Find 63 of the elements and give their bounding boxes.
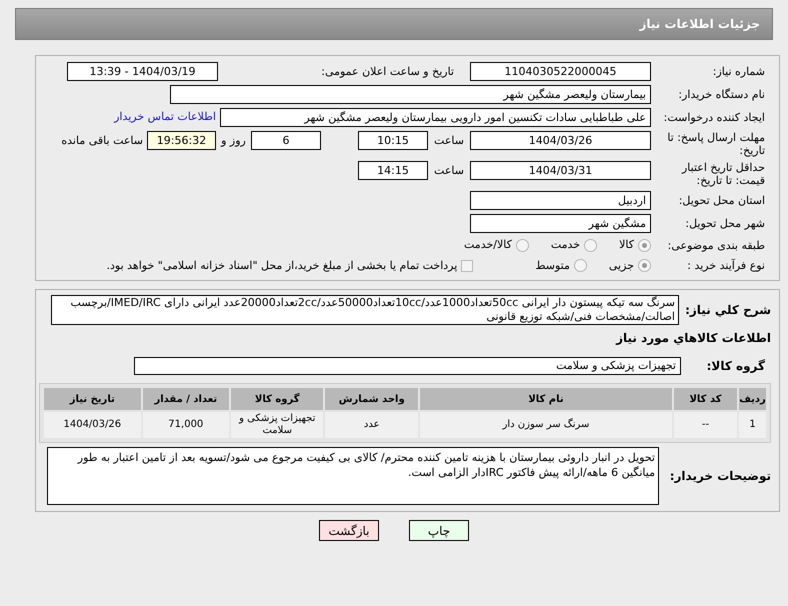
- text-field[interactable]: علی طباطبایی سادات تکنسین امور دارویی بیمارستان ولیعصر مشگین شهر: [220, 108, 651, 127]
- text-field[interactable]: 19:56:32: [147, 131, 216, 150]
- column-header: گروه کالا: [231, 388, 324, 410]
- field-label: ساعت: [433, 133, 465, 149]
- radio-button[interactable]: [574, 259, 587, 272]
- field-label: شهر محل تحویل:: [684, 217, 766, 230]
- text-field[interactable]: 6: [251, 131, 321, 150]
- payment-note: پرداخت تمام یا بخشی از مبلغ خرید،از محل "اسناد خزانه اسلامی" خواهد بود.: [106, 258, 458, 274]
- column-header: ردیف: [739, 388, 766, 410]
- radio-label: خدمت: [550, 237, 580, 253]
- table-cell: تجهیزات پزشکی و سلامت: [231, 412, 324, 438]
- field-label: ایجاد کننده درخواست:: [662, 111, 766, 124]
- field-label: توضیحات خریدار:: [668, 468, 771, 485]
- table-cell: سرنگ سر سوزن دار: [420, 412, 672, 438]
- column-header: نام کالا: [420, 388, 672, 410]
- checkbox[interactable]: [461, 260, 474, 272]
- field-label: شرح کلي نياز:: [684, 302, 771, 319]
- field-label: استان محل تحویل:: [678, 194, 766, 207]
- description-field[interactable]: سرنگ سه تیکه پیستون دار ایرانی 50ccتعداد1000عدد/10ccتعداد50000عدد/2ccتعداد20000عدد ایرانی دارای IMED/IRC/برچسب اصالت/مشخصات فنی/شبکه توزیع قانونی: [51, 295, 679, 325]
- text-field[interactable]: تجهیزات پزشکی و سلامت: [134, 357, 681, 375]
- radio-button[interactable]: [638, 238, 651, 252]
- field-label: گروه کالا:: [706, 358, 766, 375]
- radio-button[interactable]: [638, 259, 651, 272]
- radio-label: متوسط: [535, 258, 570, 274]
- table-cell: 1: [739, 412, 766, 438]
- text-field[interactable]: 14:15: [358, 161, 428, 180]
- radio-button[interactable]: [516, 238, 529, 252]
- field-label: مهلت ارسال پاسخ: تا تاریخ:: [666, 131, 766, 157]
- field-label: ساعت باقی مانده: [60, 133, 144, 149]
- field-label: نام دستگاه خریدار:: [677, 88, 766, 101]
- column-header: تعداد / مقدار: [142, 388, 229, 410]
- text-field[interactable]: 10:15: [358, 131, 428, 150]
- radio-label: کالا/خدمت: [464, 237, 512, 253]
- text-field[interactable]: اردبیل: [470, 191, 651, 210]
- radio-button[interactable]: [584, 238, 598, 252]
- column-header: کد کالا: [674, 388, 738, 410]
- text-field[interactable]: 1404/03/19 - 13:39: [67, 62, 218, 81]
- text-field[interactable]: 1104030522000045: [470, 62, 651, 81]
- page-title: جزئیات اطلاعات نیاز: [639, 16, 760, 33]
- table-cell: عدد: [325, 412, 418, 438]
- column-header: واحد شمارش: [325, 388, 418, 410]
- field-label: طبقه بندی موضوعی:: [666, 238, 766, 252]
- column-header: تاریخ نیاز: [44, 388, 141, 410]
- table-cell: 71,000: [142, 412, 229, 438]
- table-cell: --: [674, 412, 738, 438]
- field-label: حداقل تاریخ اعتبار قیمت: تا تاریخ:: [680, 161, 766, 187]
- text-field[interactable]: مشگین شهر: [470, 214, 651, 233]
- field-label: ساعت: [433, 163, 465, 179]
- section-heading: اطلاعات کالاهاي مورد نياز: [616, 330, 771, 347]
- table-cell: 1404/03/26: [44, 412, 141, 438]
- text-field[interactable]: 1404/03/31: [470, 161, 651, 180]
- field-label: شماره نیاز:: [712, 65, 766, 78]
- buyer-contact-link[interactable]: اطلاعات تماس خریدار: [110, 109, 220, 126]
- print-button[interactable]: چاپ: [409, 520, 469, 541]
- field-label: تاریخ و ساعت اعلان عمومی:: [320, 65, 455, 78]
- text-field[interactable]: 1404/03/26: [470, 131, 651, 150]
- field-label: نوع فرآیند خرید :: [686, 259, 766, 272]
- back-button[interactable]: بازگشت: [319, 520, 379, 541]
- radio-label: کالا: [619, 237, 634, 253]
- buyer-notes-field[interactable]: تحویل در انبار داروئی بیمارستان با هزینه تامین کننده محترم/ کالای بی کیفیت مرجوع می شود/تسویه بعد از تامین اعتبار به طور میانگین 6 ماهه/ارائه پیش فاکتور IRCدار الزامی است.: [47, 447, 659, 505]
- radio-label: جزیی: [608, 258, 634, 274]
- field-label: روز و: [220, 133, 247, 149]
- text-field[interactable]: بیمارستان ولیعصر مشگین شهر: [170, 85, 651, 104]
